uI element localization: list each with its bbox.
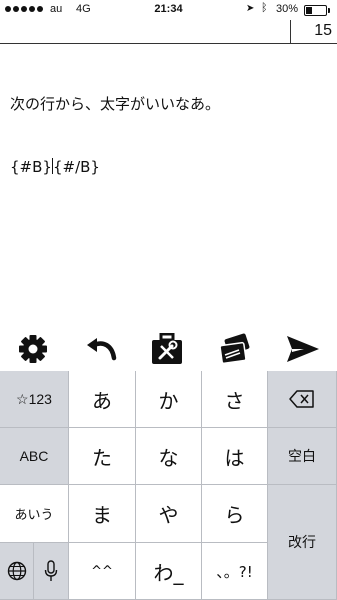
editor-line-1: 次の行から、太字がいいなあ。 xyxy=(10,95,221,113)
top-bar: 15 xyxy=(0,20,337,44)
tools-button[interactable] xyxy=(147,328,187,370)
key-modifier[interactable]: ^^ xyxy=(69,543,136,600)
gear-icon xyxy=(19,335,47,363)
text-editor[interactable]: 次の行から、太字がいいなあ。 {#B}{#/B} xyxy=(10,52,330,199)
bluetooth-icon: ᛒ xyxy=(261,2,268,14)
key-ra[interactable]: ら xyxy=(202,485,268,543)
bold-open-tag: {#B} xyxy=(10,158,52,176)
toolbox-icon xyxy=(152,333,182,364)
microphone-key[interactable] xyxy=(34,543,69,600)
key-na[interactable]: な xyxy=(136,428,202,485)
return-key[interactable]: 改行 xyxy=(268,485,337,600)
send-icon xyxy=(287,336,319,362)
undo-button[interactable] xyxy=(81,328,121,370)
globe-icon xyxy=(7,561,26,581)
battery-icon xyxy=(304,5,327,16)
symbols-key[interactable]: ☆123 xyxy=(0,371,69,428)
key-ta[interactable]: た xyxy=(69,428,136,485)
templates-button[interactable] xyxy=(214,328,254,370)
editor-line-2: {#B}{#/B} xyxy=(10,157,330,178)
editor-toolbar xyxy=(0,328,337,370)
key-wa[interactable]: わ_ xyxy=(136,543,202,600)
key-ya[interactable]: や xyxy=(136,485,202,543)
undo-icon xyxy=(87,338,117,361)
bold-close-tag: {#/B} xyxy=(52,158,100,176)
key-ma[interactable]: ま xyxy=(69,485,136,543)
alphabet-key[interactable]: ABC xyxy=(0,428,69,485)
status-bar: au 4G 21:34 ➤ ᛒ 30% xyxy=(0,0,337,20)
key-ha[interactable]: は xyxy=(202,428,268,485)
japanese-flick-keyboard: ☆123 ABC あいう あ か さ た な は ま や ら ^^ わ_ 、。?… xyxy=(0,371,337,600)
delete-icon xyxy=(289,390,314,408)
settings-button[interactable] xyxy=(13,328,53,370)
location-arrow-icon: ➤ xyxy=(246,3,255,14)
character-counter: 15 xyxy=(314,22,332,39)
key-punctuation[interactable]: 、。?! xyxy=(202,543,268,600)
delete-key[interactable] xyxy=(268,371,337,428)
key-sa[interactable]: さ xyxy=(202,371,268,428)
globe-key[interactable] xyxy=(0,543,34,600)
key-ka[interactable]: か xyxy=(136,371,202,428)
kana-key[interactable]: あいう xyxy=(0,485,69,543)
cards-icon xyxy=(219,333,250,365)
send-button[interactable] xyxy=(283,328,323,370)
space-key[interactable]: 空白 xyxy=(268,428,337,485)
key-a[interactable]: あ xyxy=(69,371,136,428)
battery-tip xyxy=(328,8,330,13)
battery-percent: 30% xyxy=(276,3,299,15)
microphone-icon xyxy=(44,560,58,581)
battery-fill xyxy=(306,7,312,14)
